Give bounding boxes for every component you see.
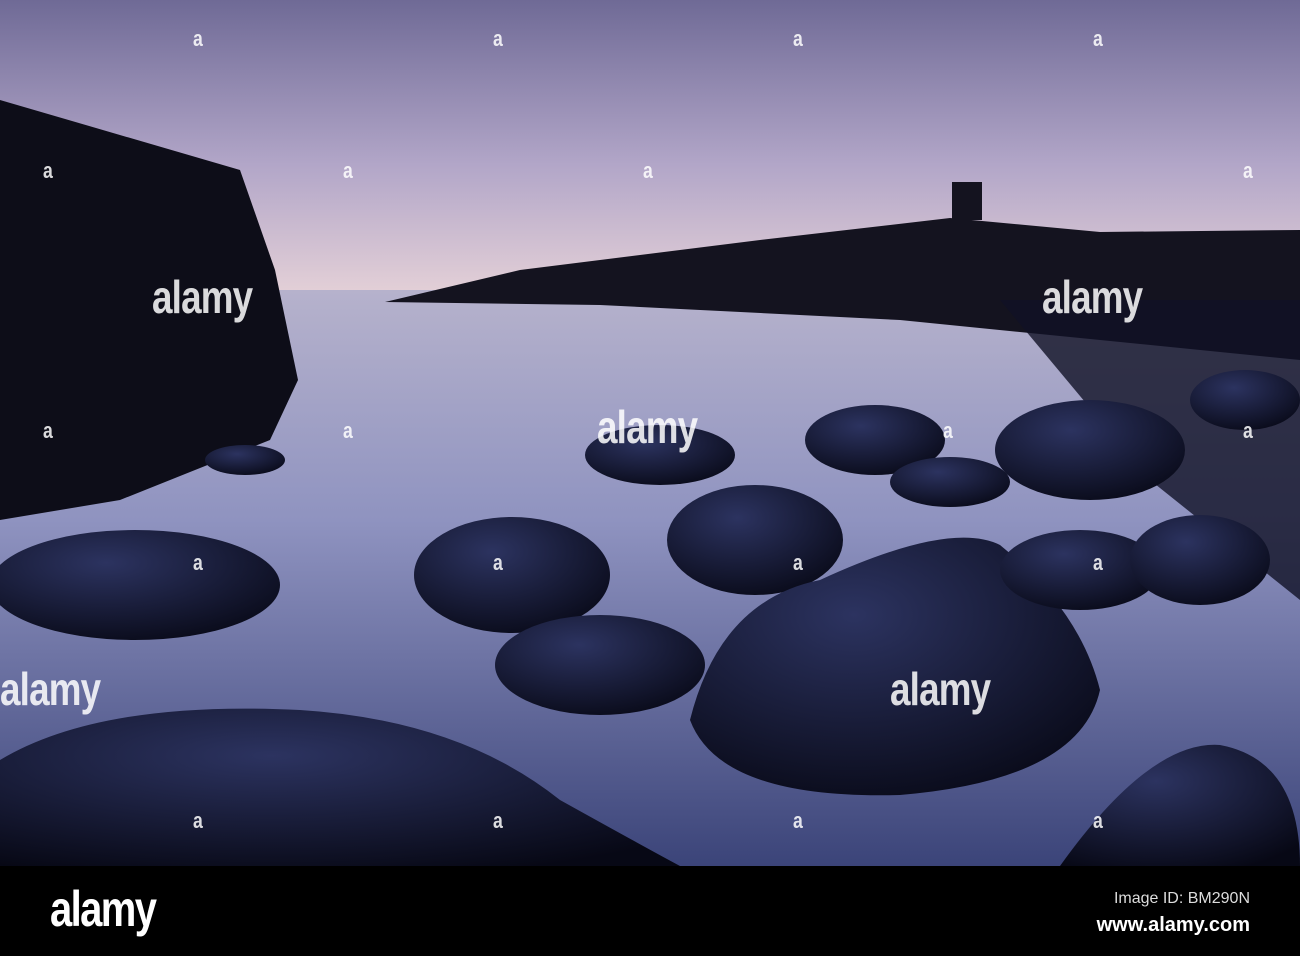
watermark: a — [793, 808, 803, 833]
alamy-logo: alamy — [50, 881, 157, 937]
boulder — [495, 615, 705, 715]
watermark: a — [193, 808, 203, 833]
watermark: a — [193, 26, 203, 51]
watermark: a — [43, 418, 53, 443]
watermark: a — [1093, 808, 1103, 833]
boulder — [890, 457, 1010, 507]
watermark: a — [493, 26, 503, 51]
watermark: a — [1243, 158, 1253, 183]
watermark: alamy — [152, 271, 253, 323]
stock-photo-page: alamy alamy alamy alamy alamy a a a a a … — [0, 0, 1300, 956]
image-id: Image ID: BM290N — [1113, 890, 1250, 907]
watermark: a — [793, 26, 803, 51]
watermark: a — [43, 158, 53, 183]
watermark: alamy — [597, 401, 698, 453]
watermark: a — [1093, 26, 1103, 51]
watermark: a — [493, 808, 503, 833]
boulder — [667, 485, 843, 595]
watermark: a — [343, 418, 353, 443]
watermark: a — [1243, 418, 1253, 443]
watermark: a — [943, 418, 953, 443]
watermark: a — [1093, 550, 1103, 575]
boulder — [205, 445, 285, 475]
watermark: alamy — [890, 663, 991, 715]
watermark: a — [343, 158, 353, 183]
boulder — [1130, 515, 1270, 605]
boulder — [995, 400, 1185, 500]
watermark: a — [643, 158, 653, 183]
watermark: alamy — [1042, 271, 1143, 323]
boulder — [414, 517, 610, 633]
boulder — [0, 530, 280, 640]
watermark: a — [493, 550, 503, 575]
castle-tower — [952, 182, 982, 220]
footer-bar: alamy Image ID: BM290N www.alamy.com — [0, 866, 1300, 956]
watermark: a — [193, 550, 203, 575]
site-url: www.alamy.com — [1096, 914, 1250, 936]
watermark: a — [793, 550, 803, 575]
watermark: alamy — [0, 663, 101, 715]
